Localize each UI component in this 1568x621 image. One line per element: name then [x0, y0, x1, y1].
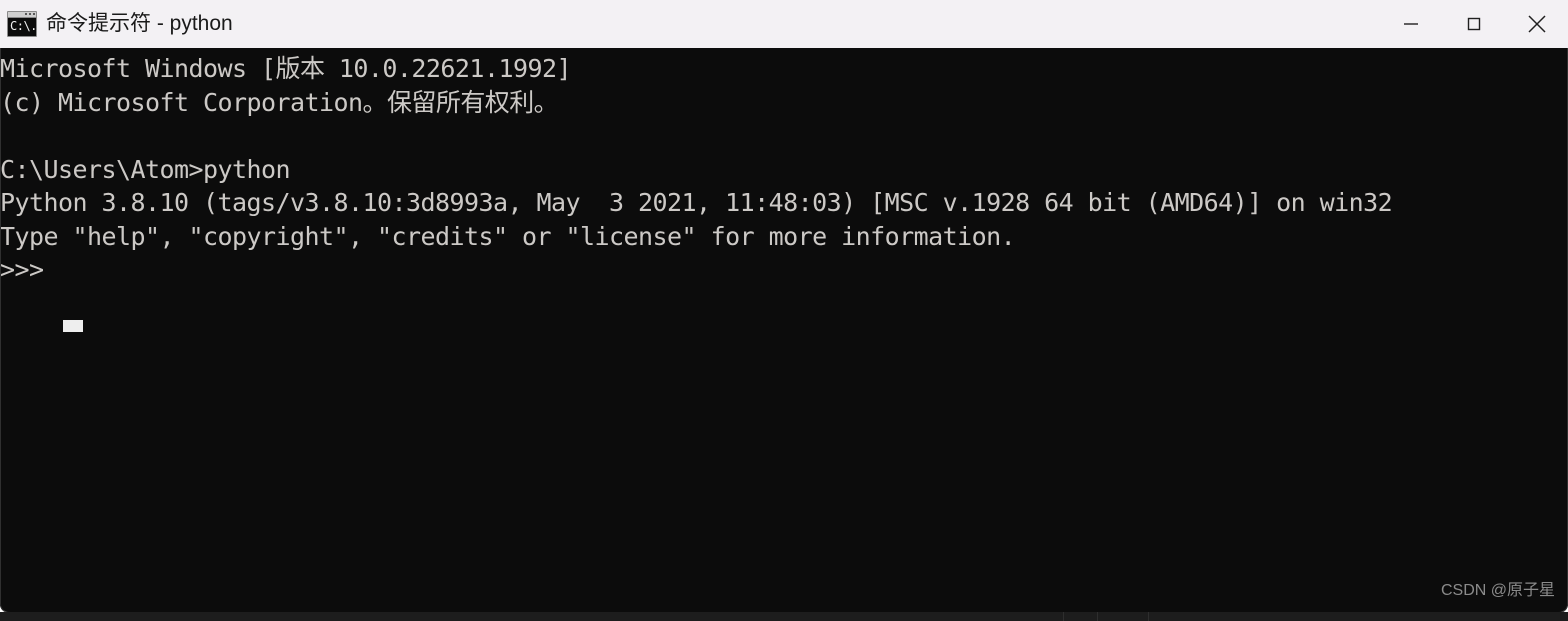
- taskbar-sliver[interactable]: [0, 612, 1568, 621]
- maximize-icon: [1463, 13, 1485, 35]
- titlebar-left-group: C:\. 命令提示符 - python: [0, 0, 233, 48]
- minimize-icon: [1400, 13, 1422, 35]
- watermark: CSDN @原子星: [1440, 582, 1555, 599]
- taskbar-divider: [1097, 612, 1098, 621]
- window-controls: [1379, 0, 1568, 48]
- window-title: 命令提示符 - python: [46, 12, 233, 35]
- text-cursor: [63, 320, 83, 332]
- cmd-icon-titlestrip: [8, 12, 36, 18]
- close-icon: [1524, 11, 1550, 37]
- command-prompt-window: C:\. 命令提示符 - python Microsoft Windows [版…: [0, 0, 1568, 613]
- cmd-icon: C:\.: [7, 11, 37, 37]
- maximize-button[interactable]: [1442, 0, 1505, 48]
- close-button[interactable]: [1505, 0, 1568, 48]
- console-text: Microsoft Windows [版本 10.0.22621.1992] (…: [0, 54, 1393, 284]
- minimize-button[interactable]: [1379, 0, 1442, 48]
- cmd-icon-label: C:\.: [10, 19, 37, 33]
- terminal-output-area[interactable]: Microsoft Windows [版本 10.0.22621.1992] (…: [0, 48, 1568, 613]
- taskbar-divider: [1063, 612, 1064, 621]
- window-titlebar[interactable]: C:\. 命令提示符 - python: [0, 0, 1568, 48]
- taskbar-divider: [1148, 612, 1149, 621]
